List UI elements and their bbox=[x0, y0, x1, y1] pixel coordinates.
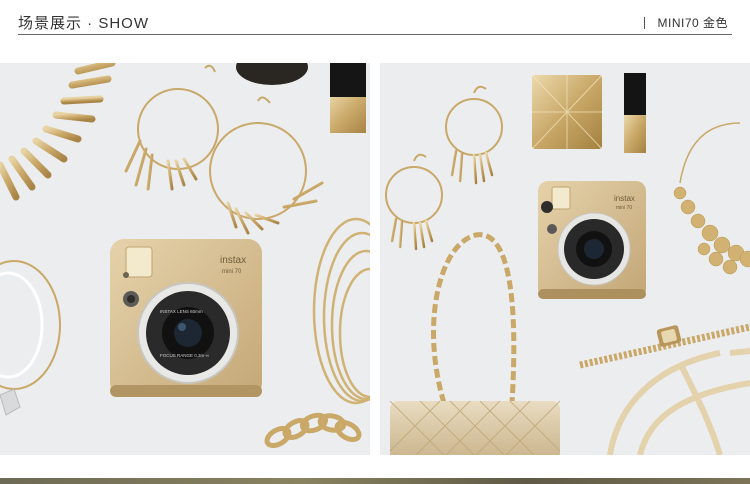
camera-brand: instax bbox=[614, 194, 635, 203]
camera-model: mini 70 bbox=[222, 269, 242, 275]
lens-text-top: INSTAX LENS 60mm bbox=[160, 309, 203, 314]
scene-illustration-right: instax mini 70 bbox=[385, 73, 750, 455]
camera-model: mini 70 bbox=[616, 205, 632, 211]
scene-photo-left: instax mini 70 INSTAX LENS 60mm FOCUS RA… bbox=[0, 63, 370, 455]
scene-illustration-left: instax mini 70 INSTAX LENS 60mm FOCUS RA… bbox=[0, 63, 370, 449]
compact-icon bbox=[236, 63, 308, 85]
bag-chain-icon bbox=[431, 232, 517, 404]
necklace-icon bbox=[673, 122, 750, 275]
watch-icon bbox=[579, 323, 750, 369]
lens-text-bottom: FOCUS RANGE 0.3m-∞ bbox=[160, 353, 209, 358]
lipstick-icon bbox=[624, 73, 646, 153]
model-label-group: MINI70 金色 bbox=[644, 14, 728, 31]
chain-icon bbox=[264, 412, 362, 449]
lipstick-icon bbox=[330, 63, 366, 133]
bangles-icon bbox=[312, 217, 370, 405]
crystal-icon bbox=[0, 388, 21, 416]
scene-photo-right: instax mini 70 bbox=[380, 63, 750, 455]
section-title: 场景展示 · SHOW bbox=[18, 15, 149, 32]
compact-icon bbox=[531, 74, 603, 150]
sandal-icon bbox=[607, 348, 750, 455]
instax-camera-icon: instax mini 70 bbox=[538, 181, 646, 299]
earring-icon bbox=[385, 85, 503, 224]
earring-icon bbox=[137, 64, 307, 220]
necklace-icon bbox=[0, 63, 116, 201]
header-divider bbox=[18, 34, 732, 35]
next-photo-strip bbox=[0, 478, 750, 484]
model-label: MINI70 金色 bbox=[657, 16, 728, 30]
section-header: 场景展示 · SHOW MINI70 金色 bbox=[0, 0, 750, 44]
fringe-icon bbox=[124, 139, 324, 235]
instax-camera-icon: instax mini 70 INSTAX LENS 60mm FOCUS RA… bbox=[110, 239, 262, 397]
camera-brand: instax bbox=[220, 255, 246, 266]
header-separator bbox=[644, 16, 646, 29]
handbag-icon bbox=[389, 400, 561, 455]
bracelet-icon bbox=[0, 260, 61, 390]
